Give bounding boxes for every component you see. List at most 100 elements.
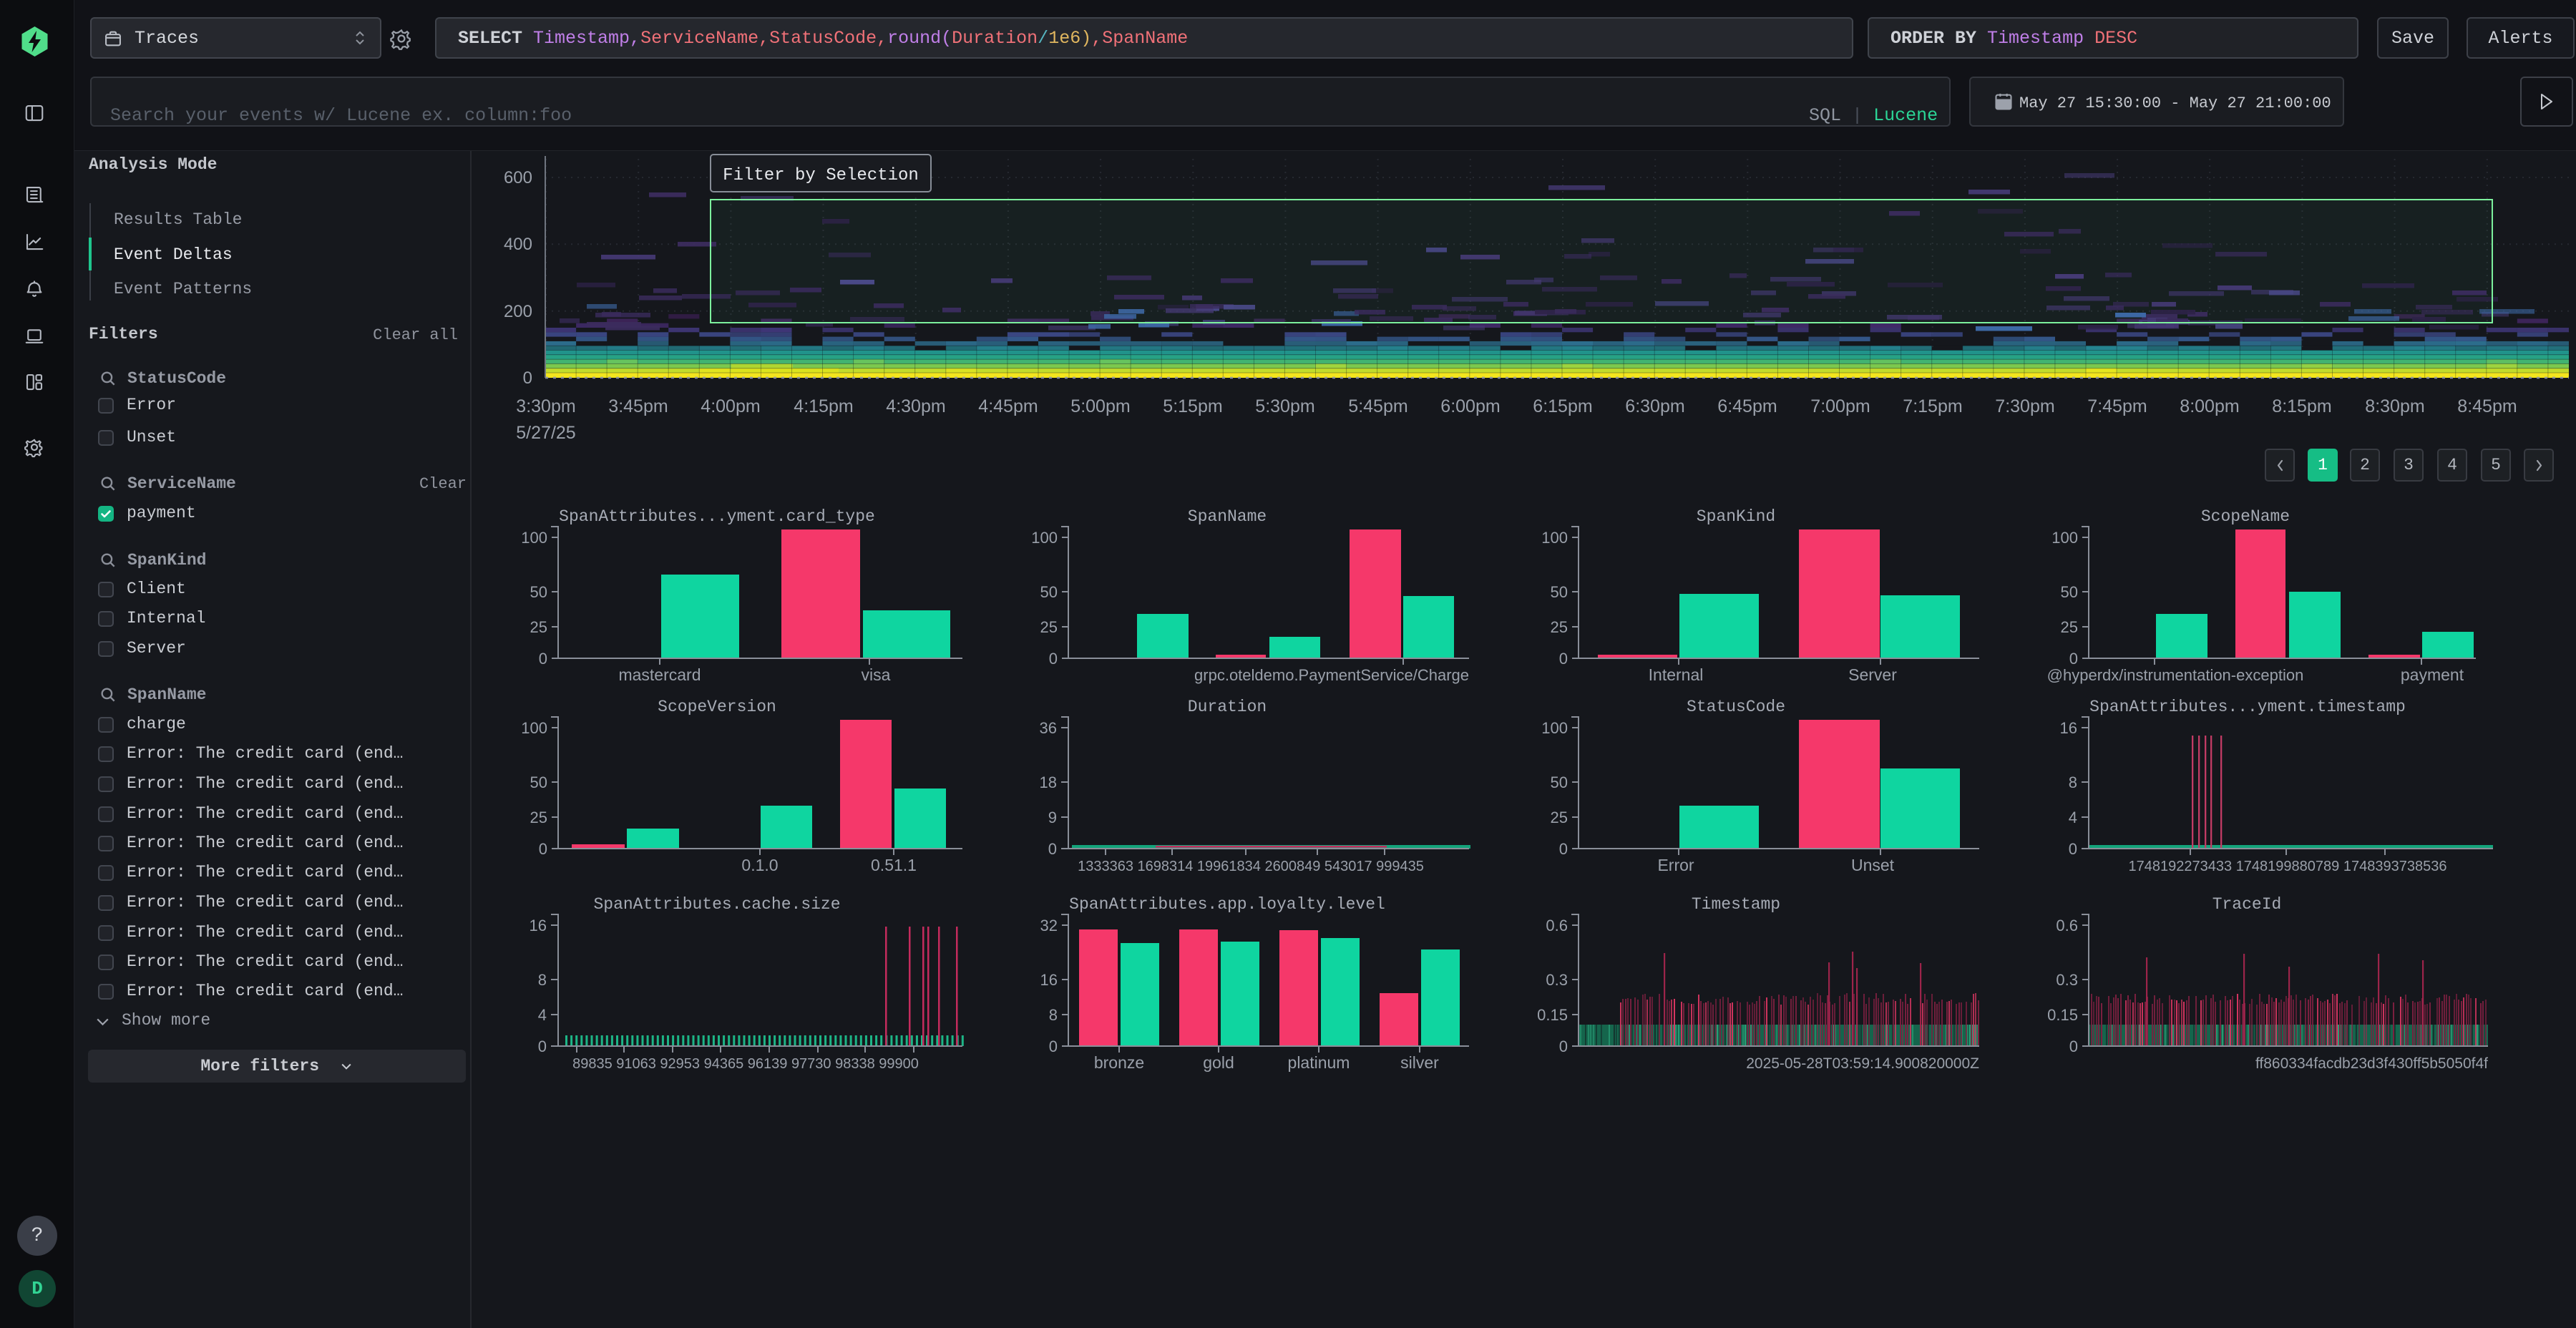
svg-text:18: 18 xyxy=(1040,773,1057,791)
svg-text:6:45pm: 6:45pm xyxy=(1717,396,1777,416)
svg-text:visa: visa xyxy=(862,665,891,684)
svg-text:0: 0 xyxy=(2069,650,2078,668)
svg-text:0: 0 xyxy=(1048,840,1057,858)
svg-text:100: 100 xyxy=(521,719,547,737)
svg-text:0: 0 xyxy=(1049,1038,1058,1055)
svg-text:0.51.1: 0.51.1 xyxy=(871,856,917,874)
svg-text:0.6: 0.6 xyxy=(2056,917,2078,934)
svg-text:600: 600 xyxy=(504,168,532,187)
svg-text:0.6: 0.6 xyxy=(1546,917,1568,934)
svg-text:0: 0 xyxy=(1559,840,1568,858)
svg-text:50: 50 xyxy=(1040,583,1058,601)
svg-text:0.15: 0.15 xyxy=(2047,1006,2078,1024)
svg-text:100: 100 xyxy=(2051,529,2078,547)
svg-text:200: 200 xyxy=(504,302,532,321)
svg-text:5:15pm: 5:15pm xyxy=(1163,396,1222,416)
svg-text:0: 0 xyxy=(539,650,547,668)
svg-text:4:30pm: 4:30pm xyxy=(886,396,945,416)
svg-text:5:30pm: 5:30pm xyxy=(1255,396,1314,416)
svg-text:SpanAttributes...yment.timesta: SpanAttributes...yment.timestamp xyxy=(2089,698,2406,716)
svg-text:25: 25 xyxy=(2061,618,2078,636)
svg-text:SpanAttributes...yment.card_ty: SpanAttributes...yment.card_type xyxy=(559,507,875,526)
svg-text:25: 25 xyxy=(530,618,547,636)
svg-text:100: 100 xyxy=(1031,529,1058,547)
svg-text:50: 50 xyxy=(530,773,547,791)
svg-text:400: 400 xyxy=(504,235,532,254)
svg-text:89835 91063 92953 94365 96139: 89835 91063 92953 94365 96139 97730 9833… xyxy=(572,1056,919,1072)
svg-text:4: 4 xyxy=(538,1006,547,1024)
svg-text:8: 8 xyxy=(538,971,547,989)
svg-text:Error: Error xyxy=(1657,856,1694,874)
svg-text:payment: payment xyxy=(2401,665,2464,684)
svg-text:mastercard: mastercard xyxy=(618,665,701,684)
svg-text:16: 16 xyxy=(530,917,547,934)
svg-text:8:00pm: 8:00pm xyxy=(2180,396,2239,416)
svg-text:8:45pm: 8:45pm xyxy=(2457,396,2517,416)
svg-text:Filter by Selection: Filter by Selection xyxy=(723,166,919,185)
svg-text:bronze: bronze xyxy=(1094,1053,1144,1072)
svg-text:0.3: 0.3 xyxy=(2056,971,2078,989)
svg-text:2025-05-28T03:59:14.900820000Z: 2025-05-28T03:59:14.900820000Z xyxy=(1746,1055,1979,1072)
svg-text:SpanKind: SpanKind xyxy=(1697,507,1775,526)
svg-text:1748192273433 1748199880789 17: 1748192273433 1748199880789 174839373853… xyxy=(2129,859,2447,874)
svg-text:grpc.oteldemo.PaymentService/C: grpc.oteldemo.PaymentService/Charge xyxy=(1194,666,1469,684)
svg-text:0.15: 0.15 xyxy=(1537,1006,1568,1024)
svg-text:25: 25 xyxy=(530,809,547,826)
svg-text:0.3: 0.3 xyxy=(1546,971,1568,989)
svg-text:5:00pm: 5:00pm xyxy=(1070,396,1130,416)
svg-text:Server: Server xyxy=(1848,665,1897,684)
svg-text:16: 16 xyxy=(1040,971,1058,989)
svg-text:50: 50 xyxy=(530,583,547,601)
svg-text:@hyperdx/instrumentation-excep: @hyperdx/instrumentation-exception xyxy=(2047,666,2304,684)
svg-text:SpanAttributes.cache.size: SpanAttributes.cache.size xyxy=(593,895,840,914)
svg-text:0: 0 xyxy=(523,368,532,388)
svg-text:0: 0 xyxy=(2069,1038,2078,1055)
svg-text:4:45pm: 4:45pm xyxy=(978,396,1038,416)
svg-text:0: 0 xyxy=(1559,650,1568,668)
svg-text:6:15pm: 6:15pm xyxy=(1533,396,1592,416)
svg-text:50: 50 xyxy=(1551,773,1568,791)
svg-text:8: 8 xyxy=(1049,1006,1058,1024)
svg-text:0.1.0: 0.1.0 xyxy=(741,856,778,874)
svg-text:Duration: Duration xyxy=(1188,698,1267,716)
svg-text:ff860334facdb23d3f430ff5b5050f: ff860334facdb23d3f430ff5b5050f4f xyxy=(2255,1055,2488,1072)
svg-text:0: 0 xyxy=(1049,650,1058,668)
svg-text:4: 4 xyxy=(2069,809,2077,826)
svg-text:25: 25 xyxy=(1551,809,1568,826)
svg-text:100: 100 xyxy=(1541,719,1568,737)
svg-text:7:45pm: 7:45pm xyxy=(2087,396,2147,416)
svg-text:3:45pm: 3:45pm xyxy=(608,396,668,416)
svg-text:25: 25 xyxy=(1551,618,1568,636)
svg-text:ScopeName: ScopeName xyxy=(2201,507,2290,526)
svg-text:platinum: platinum xyxy=(1288,1053,1350,1072)
svg-text:7:00pm: 7:00pm xyxy=(1810,396,1870,416)
svg-text:SpanAttributes.app.loyalty.lev: SpanAttributes.app.loyalty.level xyxy=(1069,895,1385,914)
svg-text:0: 0 xyxy=(539,840,547,858)
svg-text:1333363 1698314 19961834 26008: 1333363 1698314 19961834 2600849 543017 … xyxy=(1078,859,1424,874)
svg-text:8: 8 xyxy=(2069,773,2077,791)
svg-text:32: 32 xyxy=(1040,917,1058,934)
svg-text:50: 50 xyxy=(1551,583,1568,601)
svg-text:5/27/25: 5/27/25 xyxy=(516,423,575,443)
svg-text:Timestamp: Timestamp xyxy=(1692,895,1780,914)
svg-text:16: 16 xyxy=(2060,719,2077,737)
svg-text:100: 100 xyxy=(1541,529,1568,547)
svg-text:9: 9 xyxy=(1048,809,1057,826)
svg-text:7:15pm: 7:15pm xyxy=(1903,396,1962,416)
svg-text:6:00pm: 6:00pm xyxy=(1440,396,1500,416)
svg-text:0: 0 xyxy=(2069,840,2077,858)
svg-text:4:00pm: 4:00pm xyxy=(701,396,760,416)
svg-text:50: 50 xyxy=(2061,583,2078,601)
svg-text:3:30pm: 3:30pm xyxy=(516,396,575,416)
svg-text:TraceId: TraceId xyxy=(2212,895,2282,914)
svg-text:Unset: Unset xyxy=(1851,856,1895,874)
svg-text:0: 0 xyxy=(1559,1038,1568,1055)
svg-text:4:15pm: 4:15pm xyxy=(794,396,853,416)
svg-text:ScopeVersion: ScopeVersion xyxy=(658,698,776,716)
svg-text:gold: gold xyxy=(1203,1053,1234,1072)
svg-text:8:15pm: 8:15pm xyxy=(2272,396,2331,416)
svg-text:StatusCode: StatusCode xyxy=(1687,698,1785,716)
svg-text:100: 100 xyxy=(521,529,547,547)
svg-text:7:30pm: 7:30pm xyxy=(1995,396,2054,416)
svg-text:silver: silver xyxy=(1400,1053,1439,1072)
